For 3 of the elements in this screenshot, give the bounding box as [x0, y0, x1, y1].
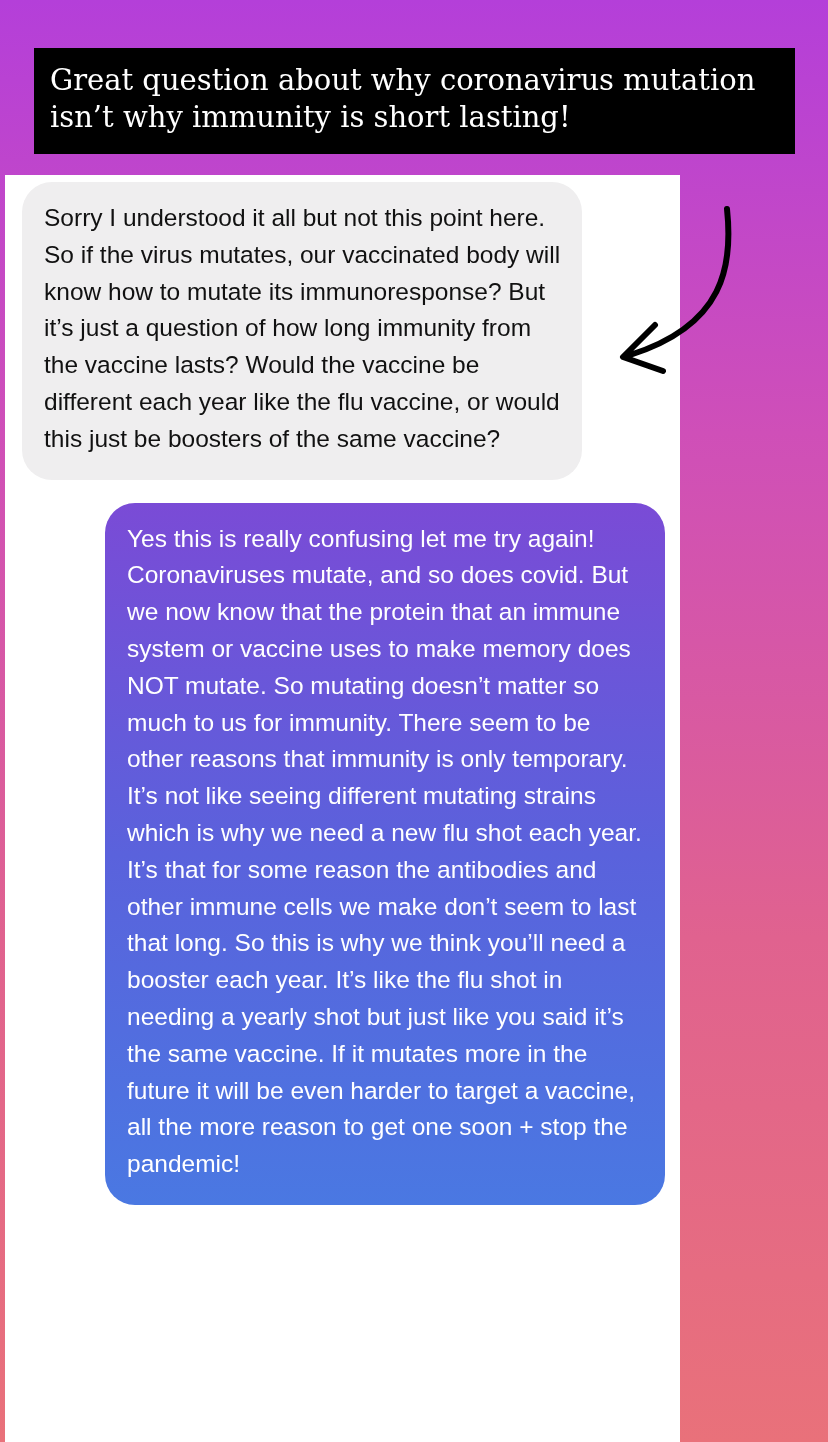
caption-text: Great question about why coronavirus mutation isn’t why immunity is short lasting!: [34, 48, 795, 154]
sent-message: Yes this is really confusing let me try again! Coronaviruses mutate, and so does covid. But we now know that the protein that an immune system or vaccine uses to make memory does NOT mutate. So mutating doesn’t matter so much to us for immunity. There seem to be other reasons that immunity is only temporary. It’s not like seeing different mutating strains which is why we need a new flu shot each year. It’s that for some reason the antibodies and other immune cells we make don’t seem to last that long. So this is why we think you’ll need a booster each year. It’s like the flu shot in needing a yearly shot but just like you said it’s the same vaccine. If it mutates more in the future it will be even harder to target a vaccine, all the more reason to get one soon + stop the pandemic!: [105, 502, 665, 1205]
received-message: Sorry I understood it all but not this point here. So if the virus mutates, our vaccinated body will know how to mutate its immunoresponse? But it’s just a question of how long immunity from the vaccine lasts? Would the vaccine be different each year like the flu vaccine, or would this just be boosters of the same vaccine?: [22, 182, 582, 480]
